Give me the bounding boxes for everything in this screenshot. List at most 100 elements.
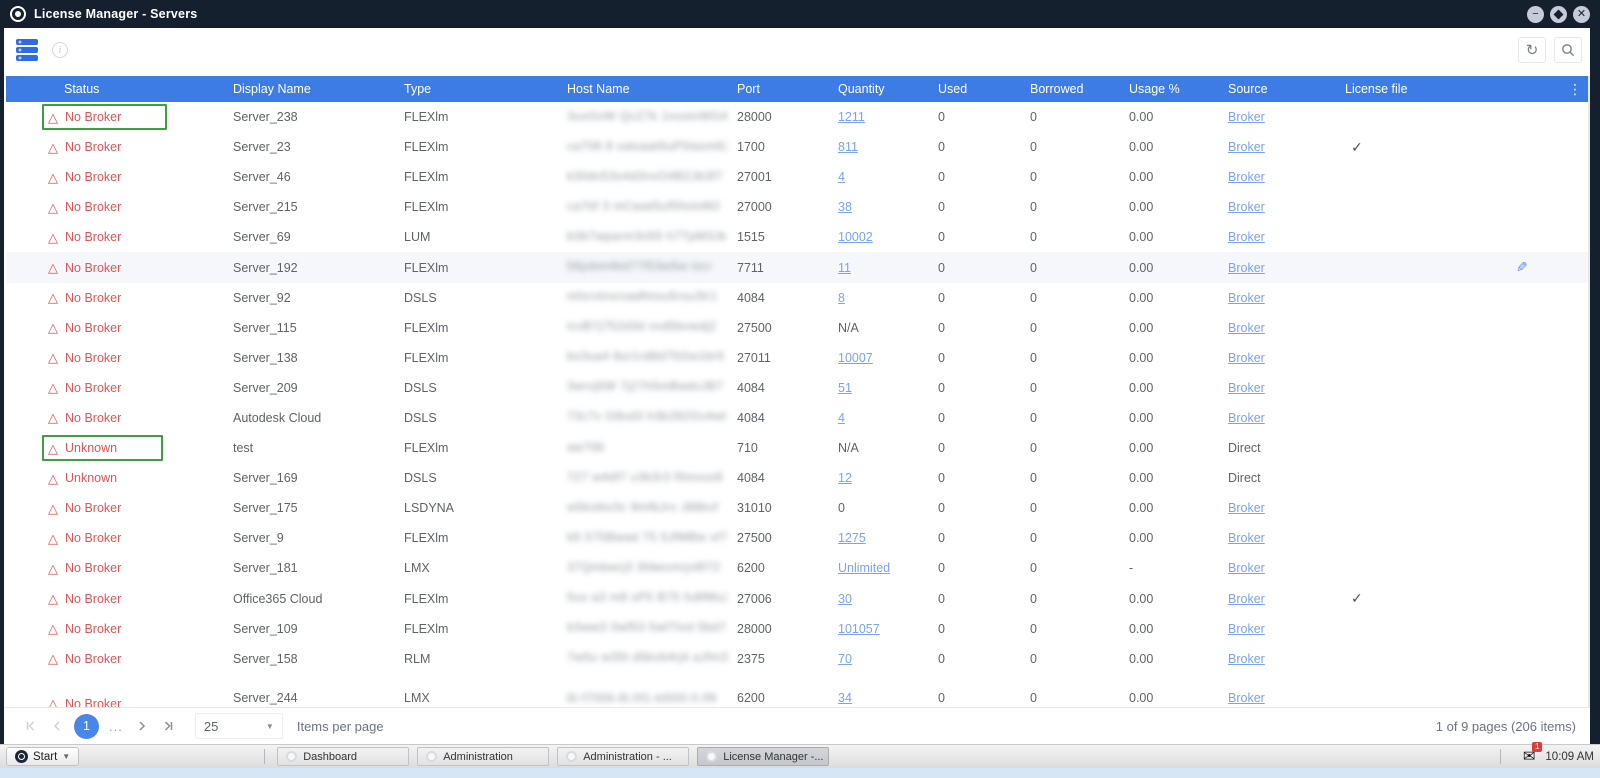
table-row[interactable]: △ No Broker Server_115 FLEXlm icvB7j752d… — [6, 313, 1588, 343]
previous-page-button[interactable] — [44, 713, 70, 739]
source-link[interactable]: Broker — [1228, 501, 1265, 515]
column-menu-kebab-icon[interactable]: ⋮ — [1568, 76, 1582, 102]
column-header-source[interactable]: Source — [1228, 82, 1345, 96]
quantity-link[interactable]: Unlimited — [838, 561, 890, 575]
table-row[interactable]: △ No Broker Server_23 FLEXlm ca706 8 xal… — [6, 132, 1588, 162]
last-page-button[interactable] — [155, 713, 181, 739]
start-button[interactable]: Start ▼ — [6, 747, 79, 766]
quantity-link[interactable]: 11 — [838, 261, 851, 275]
page-size-select[interactable]: 25 ▼ — [195, 713, 283, 739]
taskbar-task-administration[interactable]: Administration — [417, 747, 549, 766]
source-link[interactable]: Broker — [1228, 652, 1265, 666]
table-row[interactable]: △ No Broker Server_9 FLEXlm b5 575Bwad 7… — [6, 523, 1588, 553]
table-row[interactable]: △ No Broker Server_138 FLEXlm bs3ua4 8ur… — [6, 343, 1588, 373]
table-row[interactable]: △ No Broker Server_92 DSLS mfsrvtnsrsadf… — [6, 283, 1588, 313]
maximize-button[interactable] — [1550, 6, 1567, 23]
source-link[interactable]: Broker — [1228, 170, 1265, 184]
pagination-bar: 1 ... 25 ▼ Items per page 1 of 9 pages (… — [4, 707, 1590, 744]
source-link[interactable]: Broker — [1228, 351, 1265, 365]
search-button[interactable] — [1554, 37, 1582, 63]
servers-list-icon[interactable] — [16, 39, 38, 61]
column-header-borrowed[interactable]: Borrowed — [1030, 82, 1129, 96]
source-link[interactable]: Broker — [1228, 592, 1265, 606]
more-pages-button[interactable]: ... — [103, 719, 129, 734]
source-link[interactable]: Broker — [1228, 291, 1265, 305]
quantity-link[interactable]: 4 — [838, 411, 845, 425]
vertical-scrollbar[interactable] — [1588, 76, 1590, 707]
source-link[interactable]: Broker — [1228, 531, 1265, 545]
table-row[interactable]: △ No Broker Server_46 FLEXlm k30dv53o4d3… — [6, 162, 1588, 192]
table-row[interactable]: △ No Broker Server_209 DSLS 3wrvj5W 7j27… — [6, 373, 1588, 403]
used-cell: 0 — [938, 261, 1030, 275]
column-header-used[interactable]: Used — [938, 82, 1030, 96]
column-header-display-name[interactable]: Display Name — [233, 82, 404, 96]
table-row[interactable]: △ No Broker Server_158 RLM 7w5u w35t d5k… — [6, 644, 1588, 674]
table-row[interactable]: △ No Broker Autodesk Cloud DSLS 73c7v G8… — [6, 403, 1588, 433]
close-button[interactable]: ✕ — [1573, 6, 1590, 23]
taskbar-task-dashboard[interactable]: Dashboard — [277, 747, 409, 766]
source-link[interactable]: Broker — [1228, 200, 1265, 214]
source-link[interactable]: Broker — [1228, 321, 1265, 335]
source-link[interactable]: Broker — [1228, 411, 1265, 425]
source-link[interactable]: Broker — [1228, 561, 1265, 575]
table-row[interactable]: △ Unknown test FLEXlm aw7t8i 710 N/A 0 0… — [6, 433, 1588, 463]
usage-cell: 0.00 — [1129, 622, 1228, 636]
quantity-link[interactable]: 10002 — [838, 230, 873, 244]
source-link[interactable]: Broker — [1228, 230, 1265, 244]
source-link[interactable]: Broker — [1228, 261, 1265, 275]
table-row[interactable]: △ No Broker Server_175 LSDYNA w5kvbiv3c … — [6, 493, 1588, 523]
table-row[interactable]: △ No Broker Office365 Cloud FLEXlm 5us a… — [6, 584, 1588, 614]
quantity-link[interactable]: 10007 — [838, 351, 873, 365]
table-row[interactable]: △ No Broker Server_109 FLEXlm b3ww3 0wf5… — [6, 614, 1588, 644]
column-header-license-file[interactable]: License file — [1345, 82, 1556, 96]
column-header-status[interactable]: Status — [42, 82, 233, 96]
table-row[interactable]: △ Unknown Server_169 DSLS 727 w4df7 u3k3… — [6, 463, 1588, 493]
table-row[interactable]: △ No Broker Server_244 LMX 6l-f7006-6l.0… — [6, 674, 1588, 707]
table-row[interactable]: △ No Broker Server_192 FLEXlm 56jvbm4kd7… — [6, 252, 1588, 282]
source-link[interactable]: Broker — [1228, 110, 1265, 124]
column-header-quantity[interactable]: Quantity — [838, 82, 938, 96]
table-row[interactable]: △ No Broker Server_238 FLEXlm 3uxGvW QcZ… — [6, 102, 1588, 132]
quantity-link[interactable]: 1275 — [838, 531, 866, 545]
quantity-link[interactable]: 4 — [838, 170, 845, 184]
table-row[interactable]: △ No Broker Server_181 LMX 37Qmbwrj3 3fd… — [6, 553, 1588, 583]
task-label: License Manager -... — [723, 751, 823, 763]
quantity-link[interactable]: 8 — [838, 291, 845, 305]
quantity-link[interactable]: 1211 — [838, 110, 865, 124]
display-name-cell: Server_192 — [233, 261, 404, 275]
quantity-link[interactable]: 70 — [838, 652, 852, 666]
refresh-button[interactable]: ↻ — [1518, 37, 1546, 63]
minimize-button[interactable]: − — [1527, 6, 1544, 23]
quantity-link[interactable]: 30 — [838, 592, 852, 606]
current-page-button[interactable]: 1 — [74, 714, 99, 739]
table-row[interactable]: △ No Broker Server_69 LUM b3b7wparm3n55 … — [6, 222, 1588, 252]
warning-icon: △ — [48, 472, 58, 485]
quantity-link[interactable]: 811 — [838, 140, 858, 154]
type-cell: FLEXlm — [404, 170, 567, 184]
next-page-button[interactable] — [129, 713, 155, 739]
display-name-cell: Server_158 — [233, 652, 404, 666]
first-page-button[interactable] — [18, 713, 44, 739]
usage-cell: 0.00 — [1129, 471, 1228, 485]
column-header-usage[interactable]: Usage % — [1129, 82, 1228, 96]
source-link[interactable]: Broker — [1228, 140, 1265, 154]
status-label: No Broker — [65, 592, 121, 606]
info-icon[interactable]: i — [52, 42, 68, 58]
source-link[interactable]: Broker — [1228, 622, 1265, 636]
source-link[interactable]: Broker — [1228, 691, 1265, 705]
quantity-link[interactable]: 34 — [838, 691, 852, 705]
edit-pencil-icon[interactable]: ✎ — [1516, 259, 1528, 276]
quantity-link[interactable]: 101057 — [838, 622, 880, 636]
taskbar-task-license-manager[interactable]: License Manager -... — [697, 747, 829, 766]
table-row[interactable]: △ No Broker Server_215 FLEXlm ca7tif 3 m… — [6, 192, 1588, 222]
taskbar-task-administration[interactable]: Administration - ... — [557, 747, 689, 766]
column-header-host-name[interactable]: Host Name — [567, 82, 737, 96]
quantity-link[interactable]: 38 — [838, 200, 852, 214]
warning-icon: △ — [48, 231, 58, 244]
quantity-link[interactable]: 51 — [838, 381, 852, 395]
column-header-type[interactable]: Type — [404, 82, 567, 96]
quantity-link[interactable]: 12 — [838, 471, 852, 485]
notifications-button[interactable]: ✉ 1 — [1523, 747, 1536, 766]
source-link[interactable]: Broker — [1228, 381, 1265, 395]
column-header-port[interactable]: Port — [737, 82, 838, 96]
